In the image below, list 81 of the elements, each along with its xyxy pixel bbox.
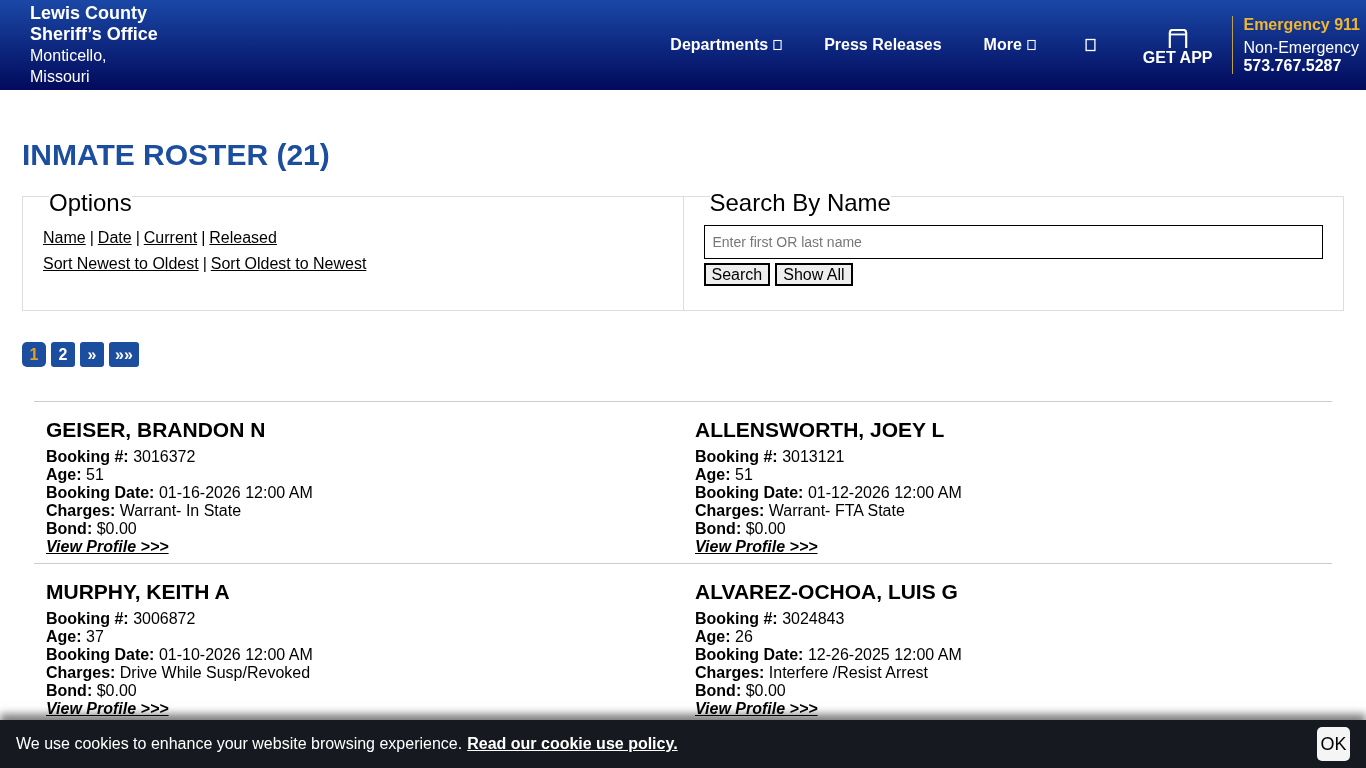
separator: | <box>89 229 94 246</box>
field-value: 01-10-2026 12:00 AM <box>158 646 313 663</box>
page-title: INMATE ROSTER (21) <box>22 138 331 172</box>
box-icon <box>1026 39 1036 51</box>
cookie-policy-link[interactable]: Read our cookie use policy. <box>467 735 678 753</box>
sort-link[interactable]: Sort Oldest to Newest <box>210 255 367 272</box>
filter-link[interactable]: Released <box>209 229 277 246</box>
field-label: Booking Date: <box>695 484 804 501</box>
get-app-button[interactable]: GET APP <box>1142 29 1213 67</box>
view-profile-link[interactable]: View Profile >>> <box>695 538 818 555</box>
field-value: $0.00 <box>96 682 137 699</box>
field-label: Bond: <box>46 520 93 537</box>
field-value: $0.00 <box>96 520 137 537</box>
search-button[interactable]: Show All <box>775 263 853 286</box>
field-value: Interfere /Resist Arrest <box>768 664 928 681</box>
field-label: Bond: <box>695 682 742 699</box>
filter-link[interactable]: Name <box>43 229 86 246</box>
box-icon <box>773 39 783 51</box>
field-label: Booking Date: <box>695 646 804 663</box>
field-value: 3006872 <box>133 610 196 627</box>
field-value: Warrant- In State <box>119 502 242 519</box>
field-label: Charges: <box>695 664 765 681</box>
field-label: Age: <box>695 628 731 645</box>
page-button[interactable]: 2 <box>51 342 75 367</box>
field-value: 3024843 <box>782 610 845 627</box>
cookie-message: We use cookies to enhance your website browsing experience. <box>16 735 463 753</box>
phone-number[interactable]: 573.767.5287 <box>1243 56 1360 75</box>
field-label: Booking #: <box>695 610 778 627</box>
field-value: 01-16-2026 12:00 AM <box>158 484 313 501</box>
org-location: Monticello, Missouri <box>30 46 108 87</box>
field-label: Age: <box>46 628 82 645</box>
org-name[interactable]: Lewis County Sheriff’s Office <box>30 3 671 45</box>
field-value: 3013121 <box>782 448 845 465</box>
field-value: Warrant- FTA State <box>768 502 905 519</box>
field-label: Age: <box>695 466 731 483</box>
field-label: Booking #: <box>46 610 129 627</box>
search-button[interactable]: Search <box>703 263 771 286</box>
inmate-name: ALLENSWORTH, JOEY L <box>695 418 946 442</box>
field-value: 3016372 <box>133 448 196 465</box>
view-profile-link[interactable]: View Profile >>> <box>695 700 818 717</box>
nav-link[interactable]: More <box>983 36 1036 54</box>
nav-link[interactable]: Press Releases <box>824 36 942 54</box>
filter-link[interactable]: Current <box>143 229 198 246</box>
view-profile-link[interactable]: View Profile >>> <box>46 538 169 555</box>
ok-button[interactable]: OK <box>1317 727 1350 761</box>
sort-link[interactable]: Sort Newest to Oldest <box>43 255 199 272</box>
emergency-number[interactable]: Emergency 911 <box>1243 15 1360 34</box>
inmate-name: GEISER, BRANDON N <box>46 418 267 442</box>
field-value: $0.00 <box>745 520 786 537</box>
field-value: 37 <box>86 628 104 645</box>
box-icon[interactable] <box>1084 38 1096 52</box>
field-label: Bond: <box>695 520 742 537</box>
nav-link[interactable]: Departments <box>670 36 783 54</box>
field-value: 51 <box>735 466 753 483</box>
page-button[interactable]: 1 <box>22 342 46 367</box>
page-button[interactable]: »» <box>109 342 139 367</box>
filter-link[interactable]: Date <box>97 229 132 246</box>
field-label: Charges: <box>46 502 116 519</box>
field-label: Bond: <box>46 682 93 699</box>
field-label: Booking Date: <box>46 646 155 663</box>
inmate-name: ALVAREZ-OCHOA, LUIS G <box>695 580 959 604</box>
field-label: Booking Date: <box>46 484 155 501</box>
field-value: $0.00 <box>745 682 786 699</box>
field-label: Booking #: <box>695 448 778 465</box>
field-value: 01-12-2026 12:00 AM <box>807 484 962 501</box>
field-label: Charges: <box>695 502 765 519</box>
separator: | <box>202 255 207 272</box>
view-profile-link[interactable]: View Profile >>> <box>46 700 169 717</box>
inmate-name: MURPHY, KEITH A <box>46 580 231 604</box>
field-value: Drive While Susp/Revoked <box>119 664 311 681</box>
field-label: Age: <box>46 466 82 483</box>
separator: | <box>135 229 140 246</box>
non-emergency-label: Non-Emergency <box>1243 38 1360 57</box>
field-value: 26 <box>735 628 753 645</box>
field-value: 51 <box>86 466 104 483</box>
page-button[interactable]: » <box>80 342 104 367</box>
field-value: 12-26-2025 12:00 AM <box>807 646 962 663</box>
separator: | <box>201 229 206 246</box>
search-field[interactable]: Enter first OR last name <box>703 225 1323 259</box>
field-label: Booking #: <box>46 448 129 465</box>
field-label: Charges: <box>46 664 116 681</box>
